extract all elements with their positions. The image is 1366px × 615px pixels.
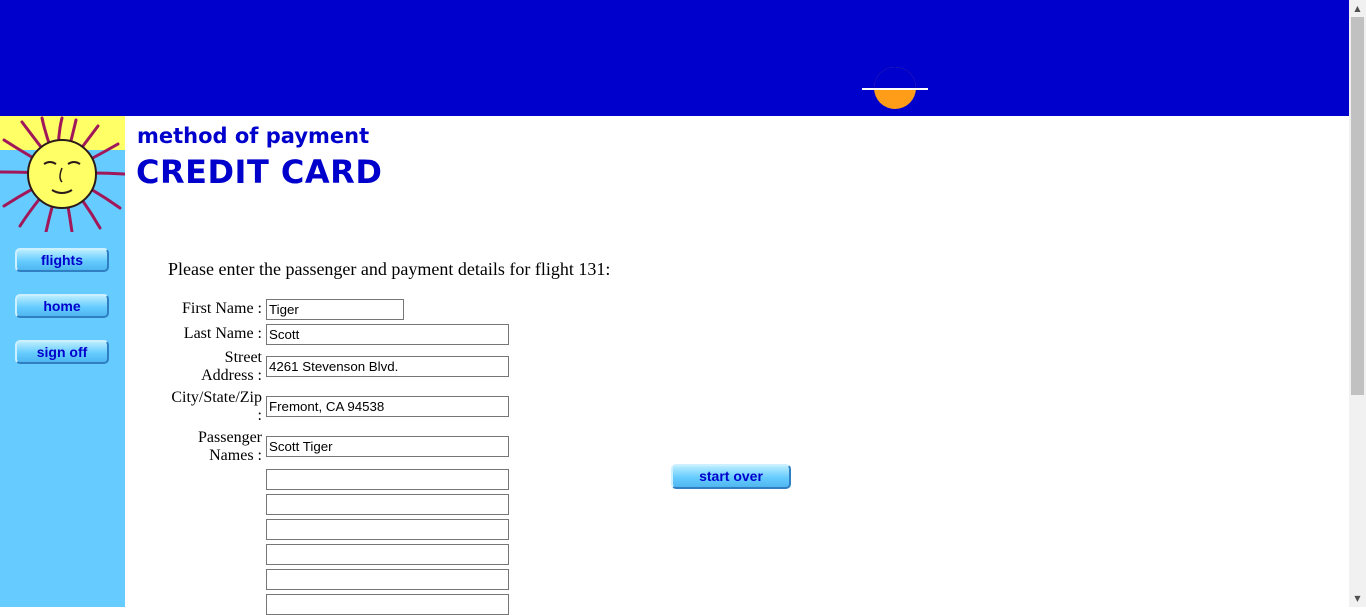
page-title: CREDIT CARD — [136, 153, 383, 191]
arrow-down-icon[interactable]: ▼ — [1349, 590, 1366, 607]
last-name-field[interactable] — [266, 324, 509, 345]
city-state-zip-field[interactable] — [266, 396, 509, 417]
city-state-zip-label: City/State/Zip : — [171, 389, 262, 425]
passenger-name-field-5[interactable] — [266, 544, 509, 565]
form-intro-text: Please enter the passenger and payment d… — [168, 259, 611, 279]
sidebar: flights home sign off — [0, 116, 125, 607]
page-subtitle: method of payment — [137, 124, 370, 148]
first-name-label: First Name : — [182, 300, 262, 317]
city-label-line1: City/State/Zip — [171, 389, 262, 406]
passenger-name-field-7[interactable] — [266, 594, 509, 615]
passenger-name-field-4[interactable] — [266, 519, 509, 540]
vertical-scrollbar[interactable]: ▲ ▼ — [1349, 0, 1366, 607]
flights-button[interactable]: flights — [15, 248, 109, 272]
sun-face-icon — [0, 116, 125, 232]
street-label-line1: Street — [224, 349, 262, 366]
start-over-button[interactable]: start over — [671, 464, 791, 489]
scrollbar-thumb[interactable] — [1351, 17, 1364, 395]
sign-off-button[interactable]: sign off — [15, 340, 109, 364]
passenger-name-field-6[interactable] — [266, 569, 509, 590]
passenger-names-label: Passenger Names : — [198, 429, 262, 465]
last-name-label: Last Name : — [183, 325, 262, 342]
street-label-line2: Address : — [201, 367, 262, 384]
top-banner — [0, 0, 1349, 116]
city-label-line2: : — [257, 407, 262, 424]
passenger-name-field-3[interactable] — [266, 494, 509, 515]
banner-divider — [862, 88, 928, 90]
passenger-label-line1: Passenger — [198, 429, 262, 446]
home-button[interactable]: home — [15, 294, 109, 318]
first-name-field[interactable] — [266, 299, 404, 320]
street-address-field[interactable] — [266, 356, 509, 377]
passenger-label-line2: Names : — [209, 447, 262, 464]
passenger-name-field-1[interactable] — [266, 436, 509, 457]
street-address-label: Street Address : — [201, 349, 262, 385]
arrow-up-icon[interactable]: ▲ — [1349, 0, 1366, 17]
passenger-name-field-2[interactable] — [266, 469, 509, 490]
